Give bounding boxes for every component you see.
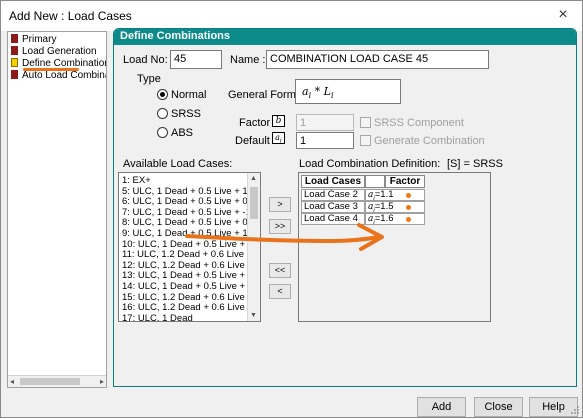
- close-button[interactable]: Close: [474, 397, 523, 417]
- annotation-arrow: [185, 223, 384, 251]
- add-new-load-cases-dialog: Add New : Load Cases × Primary Load Gene…: [0, 0, 583, 418]
- add-button[interactable]: Add: [417, 397, 466, 417]
- resize-grip-icon[interactable]: [570, 405, 580, 415]
